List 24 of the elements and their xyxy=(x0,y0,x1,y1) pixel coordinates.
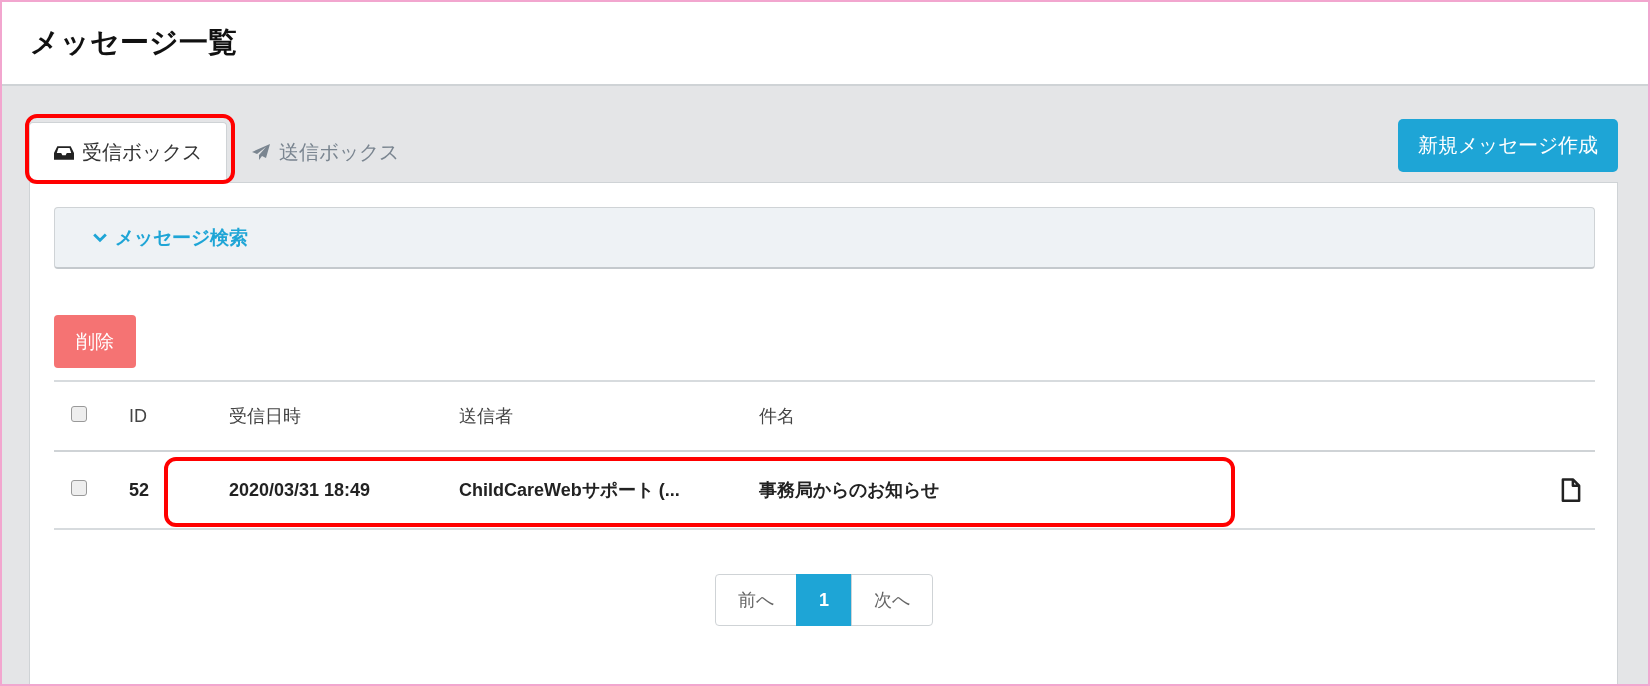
column-header: ID xyxy=(129,405,148,427)
column-header: 件名 xyxy=(759,405,796,428)
search-panel[interactable]: メッセージ検索 xyxy=(54,207,1595,269)
tab[interactable]: 受信ボックス xyxy=(29,122,227,182)
select-all-checkbox[interactable] xyxy=(71,405,87,422)
delete-button[interactable]: 削除 xyxy=(54,315,136,368)
chevron-icon xyxy=(93,232,107,243)
column-header: 送信者 xyxy=(459,405,514,428)
table-cell-text: 事務局からのお知らせ xyxy=(759,479,940,502)
search-toggle[interactable]: メッセージ検索 xyxy=(115,224,248,251)
previous-page-button[interactable]: 前へ xyxy=(715,574,797,626)
table-cell-text: ChildCareWebサポート (... xyxy=(459,479,681,502)
document-icon[interactable] xyxy=(1561,477,1581,503)
page-button[interactable]: 1 xyxy=(796,574,852,626)
tab[interactable]: 送信ボックス xyxy=(227,122,423,182)
page-title: メッセージ一覧 xyxy=(30,25,237,60)
inbox-icon xyxy=(54,144,74,161)
row-checkbox[interactable] xyxy=(71,479,87,496)
new-message-button[interactable]: 新規メッセージ作成 xyxy=(1398,119,1618,172)
column-header: 受信日時 xyxy=(229,405,302,428)
paper-plane-icon xyxy=(251,144,271,160)
table-cell-text: 2020/03/31 18:49 xyxy=(229,479,372,501)
next-page-button[interactable]: 次へ xyxy=(851,574,933,626)
table-cell-text: 52 xyxy=(129,479,151,501)
